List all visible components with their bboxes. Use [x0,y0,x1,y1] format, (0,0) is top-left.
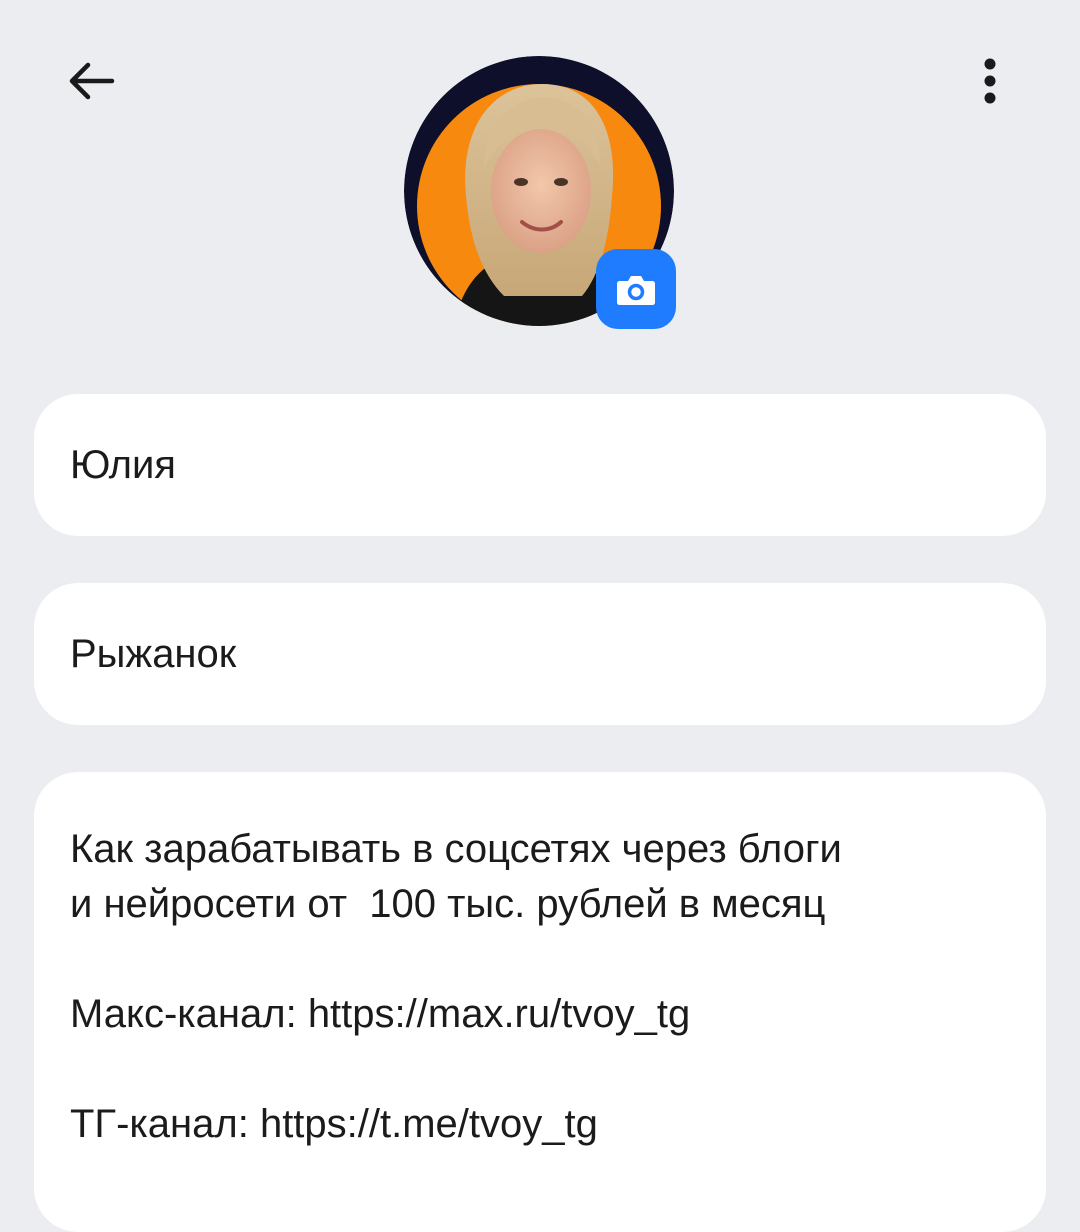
camera-icon [617,276,655,305]
last-name-value: Рыжанок [70,631,237,676]
more-options-button[interactable] [955,46,1025,116]
last-name-field[interactable]: Рыжанок [34,583,1046,725]
back-button[interactable] [56,46,126,116]
about-line: Как зарабатывать в соцсетях через блоги [70,827,842,871]
first-name-field[interactable]: Юлия [34,394,1046,536]
about-field[interactable]: Как зарабатывать в соцсетях через блоги … [34,772,1046,1232]
first-name-value: Юлия [70,442,176,487]
change-photo-button[interactable] [596,249,676,329]
max-channel-text: Макс-канал: https://max.ru/tvoy_tg [70,992,691,1036]
avatar-container[interactable] [404,56,676,329]
more-vertical-icon [984,58,996,104]
arrow-left-icon [69,62,115,100]
tg-channel-text: ТГ-канал: https://t.me/tvoy_tg [70,1102,598,1146]
about-line: и нейросети от 100 тыс. рублей в месяц [70,882,826,926]
